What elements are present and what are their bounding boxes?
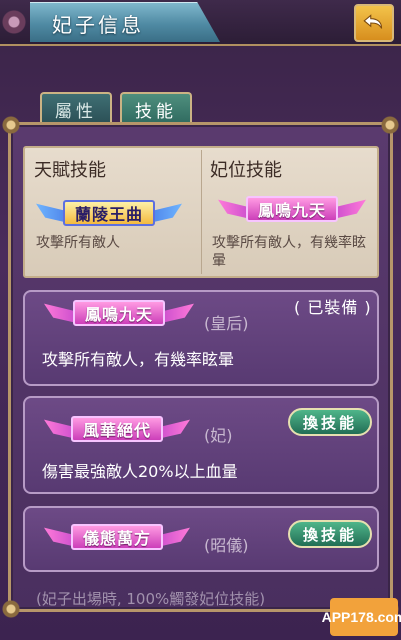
- back-button[interactable]: [354, 4, 394, 42]
- equipped-status: ( 已裝備 ): [294, 298, 372, 317]
- innate-skill-name: 蘭陵王曲: [62, 200, 155, 226]
- skill-card-banner: 鳳鳴九天: [44, 296, 194, 330]
- frame-corner-ornament: [2, 600, 20, 618]
- skill-card-banner: 風華絕代: [44, 412, 190, 446]
- rank-skill-heading: 妃位技能: [210, 160, 282, 181]
- skill-rank-label: (皇后): [204, 314, 249, 333]
- return-arrow-icon: [363, 14, 383, 29]
- skill-name: 鳳鳴九天: [72, 300, 165, 326]
- frame-corner-ornament: [381, 116, 399, 134]
- rank-skill-description: 攻擊所有敵人，有幾率眩暈: [212, 235, 366, 269]
- skill-description: 攻擊所有敵人，有幾率眩暈: [42, 350, 235, 369]
- skill-description: 傷害最強敵人20%以上血量: [42, 462, 238, 481]
- innate-skill-banner: 蘭陵王曲: [36, 196, 182, 230]
- skill-name: 風華絕代: [70, 416, 163, 442]
- header-bar: 妃子信息: [0, 0, 401, 46]
- rank-skill-banner: 鳳鳴九天: [218, 192, 366, 226]
- skill-rank-label: (妃): [204, 426, 233, 445]
- skill-rank-label: (昭儀): [204, 536, 249, 555]
- frame-corner-ornament: [2, 116, 20, 134]
- panel-divider: [201, 150, 202, 274]
- innate-skill-heading: 天賦技能: [34, 160, 106, 181]
- header-ornament: [0, 0, 34, 46]
- rank-skill-name: 鳳鳴九天: [245, 196, 338, 222]
- watermark-logo: APP178.com: [322, 598, 401, 636]
- swap-skill-button[interactable]: 換技能: [288, 408, 372, 436]
- page-title: 妃子信息: [52, 13, 144, 37]
- swap-skill-button[interactable]: 換技能: [288, 520, 372, 548]
- tab-attributes[interactable]: 屬性: [40, 92, 112, 124]
- skill-name: 儀態萬方: [70, 524, 163, 550]
- innate-skill-description: 攻擊所有敵人: [36, 235, 120, 251]
- footer-note: (妃子出場時, 100%觸發妃位技能): [36, 590, 266, 608]
- tab-skills[interactable]: 技能: [120, 92, 192, 124]
- skill-card-banner: 儀態萬方: [44, 520, 190, 554]
